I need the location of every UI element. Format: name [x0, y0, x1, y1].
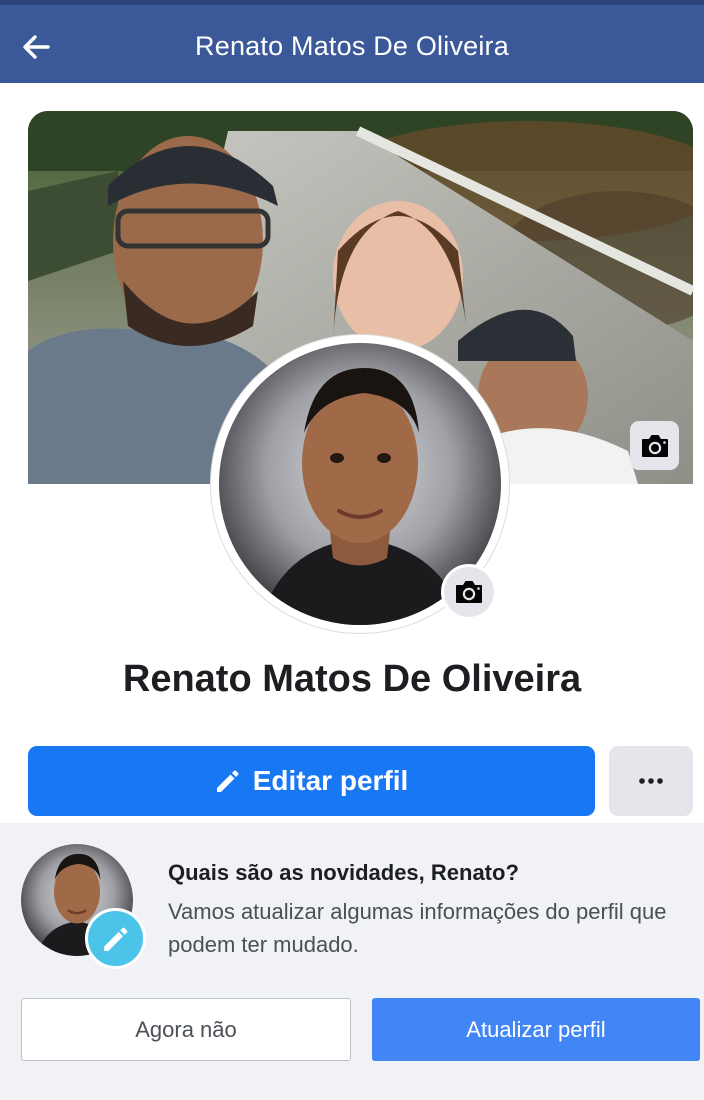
- update-profile-button[interactable]: Atualizar perfil: [372, 998, 700, 1061]
- update-card-description: Vamos atualizar algumas informações do p…: [168, 899, 667, 957]
- camera-icon: [456, 581, 482, 603]
- update-pencil-badge[interactable]: [85, 908, 146, 969]
- avatar-camera-button[interactable]: [441, 564, 497, 620]
- not-now-button[interactable]: Agora não: [21, 998, 351, 1061]
- profile-name: Renato Matos De Oliveira: [122, 658, 582, 700]
- header-title: Renato Matos De Oliveira: [195, 31, 509, 61]
- camera-icon: [641, 434, 668, 457]
- edit-profile-label: Editar perfil: [252, 765, 409, 796]
- edit-profile-button[interactable]: Editar perfil: [28, 746, 595, 816]
- pencil-icon: [103, 927, 127, 951]
- top-bar: Renato Matos De Oliveira: [0, 0, 704, 83]
- update-card-title: Quais são as novidades, Renato?: [168, 860, 519, 885]
- cover-camera-button[interactable]: [630, 421, 679, 470]
- pencil-icon: [216, 770, 239, 792]
- more-dots-icon: [639, 778, 663, 784]
- more-options-button[interactable]: [609, 746, 693, 816]
